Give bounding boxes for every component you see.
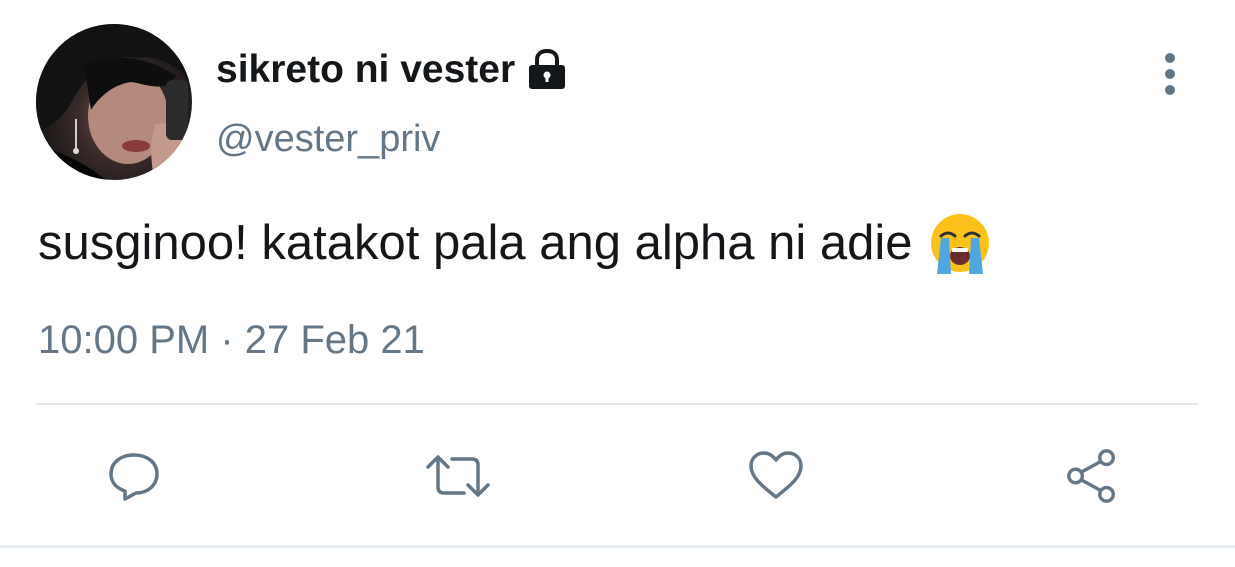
reply-button[interactable] xyxy=(104,446,164,506)
retweet-button[interactable] xyxy=(420,446,496,506)
share-icon xyxy=(1067,449,1115,503)
tweet-card: sikreto ni vester @vester_priv susginoo!… xyxy=(0,0,1235,567)
divider xyxy=(36,403,1198,405)
more-vertical-icon[interactable] xyxy=(1150,50,1190,98)
lock-icon xyxy=(525,48,569,92)
share-button[interactable] xyxy=(1062,446,1122,506)
avatar-image xyxy=(36,24,192,180)
avatar[interactable] xyxy=(36,24,192,180)
loudly-crying-face-icon xyxy=(929,212,991,274)
tweet-timestamp[interactable]: 10:00 PM · 27 Feb 21 xyxy=(38,318,425,363)
bottom-strip xyxy=(0,548,1235,567)
user-handle[interactable]: @vester_priv xyxy=(216,118,440,161)
heart-icon xyxy=(749,451,803,499)
tweet-text: susginoo! katakot pala ang alpha ni adie xyxy=(38,212,991,274)
retweet-icon xyxy=(426,455,490,497)
display-name-row: sikreto ni vester xyxy=(216,46,569,94)
like-button[interactable] xyxy=(746,446,806,506)
reply-icon xyxy=(109,453,159,501)
tweet-body: susginoo! katakot pala ang alpha ni adie xyxy=(38,216,913,270)
display-name[interactable]: sikreto ni vester xyxy=(216,48,515,92)
